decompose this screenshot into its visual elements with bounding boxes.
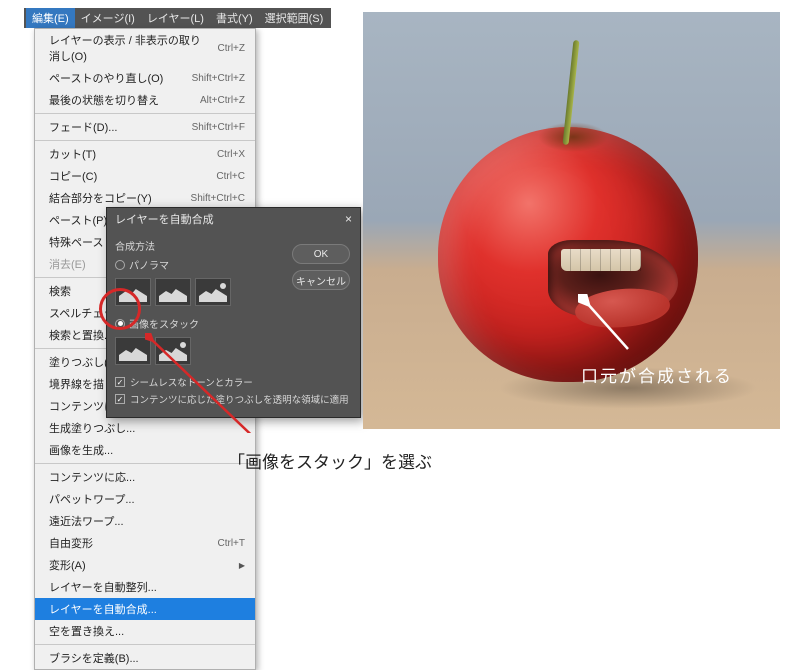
menu-item-label: 生成塗りつぶし... [49, 420, 135, 436]
ok-button[interactable]: OK [292, 244, 350, 264]
menu-item[interactable]: 画像を生成... [35, 439, 255, 461]
panorama-thumb-icon [115, 278, 151, 306]
menu-shortcut: Alt+Ctrl+Z [200, 95, 245, 106]
menu-separator [35, 140, 255, 141]
menu-item-label: 空を置き換え... [49, 623, 124, 639]
menu-item[interactable]: 生成塗りつぶし... [35, 417, 255, 439]
menu-shortcut: Ctrl+X [217, 149, 245, 160]
menubar-item[interactable]: 編集(E) [26, 8, 75, 28]
panorama-thumb-icon [195, 278, 231, 306]
menu-item[interactable]: 結合部分をコピー(Y) Shift+Ctrl+C [35, 187, 255, 209]
menu-item-label: 検索と置換... [49, 327, 113, 343]
checkbox-icon [115, 377, 125, 387]
menu-separator [35, 113, 255, 114]
menu-item-label: ブラシを定義(B)... [49, 650, 139, 666]
menu-item[interactable]: レイヤーの表示 / 非表示の取り消し(O) Ctrl+Z [35, 29, 255, 67]
stack-thumb-icon [155, 337, 191, 365]
menu-item[interactable]: コンテンツに応... [35, 466, 255, 488]
checkbox-icon [115, 394, 125, 404]
menu-item-label: コピー(C) [49, 168, 97, 184]
menu-shortcut: Ctrl+Z [218, 43, 246, 54]
menu-item-label: フェード(D)... [49, 119, 117, 135]
annotation-text-2: 口元が合成される [581, 362, 733, 387]
menu-item[interactable]: コピー(C) Ctrl+C [35, 165, 255, 187]
menu-item[interactable]: ブラシを定義(B)... [35, 647, 255, 669]
menu-item-label: 画像を生成... [49, 442, 113, 458]
menu-shortcut: Ctrl+T [218, 538, 246, 549]
cancel-button[interactable]: キャンセル [292, 270, 350, 290]
menu-shortcut: Ctrl+C [216, 171, 245, 182]
menu-item[interactable]: フェード(D)... Shift+Ctrl+F [35, 116, 255, 138]
menu-item-label: コンテンツに応... [49, 469, 135, 485]
menu-item-label: 遠近法ワープ... [49, 513, 124, 529]
menu-shortcut: Shift+Ctrl+C [191, 193, 245, 204]
menubar-item[interactable]: 選択範囲(S) [259, 8, 330, 28]
menu-item-label: 消去(E) [49, 256, 86, 272]
auto-blend-dialog: レイヤーを自動合成 × 合成方法 パノラマ 画像をスタック シームレスなトーンと… [106, 207, 361, 418]
menu-item-label: ペースト(P) [49, 212, 107, 228]
menu-item[interactable]: レイヤーを自動整列... [35, 576, 255, 598]
menu-item[interactable]: 遠近法ワープ... [35, 510, 255, 532]
menu-item-label: 最後の状態を切り替え [49, 92, 159, 108]
menu-item-label: レイヤーを自動合成... [49, 601, 157, 617]
dialog-title-text: レイヤーを自動合成 [115, 211, 214, 227]
menu-item-label: レイヤーを自動整列... [49, 579, 157, 595]
menu-item-label: 特殊ペースト [49, 234, 114, 250]
menu-item[interactable]: 空を置き換え... [35, 620, 255, 642]
menu-item[interactable]: 自由変形 Ctrl+T [35, 532, 255, 554]
menu-item[interactable]: パペットワープ... [35, 488, 255, 510]
annotation-text-1: 「画像をスタック」を選ぶ [228, 448, 432, 473]
menu-shortcut: Shift+Ctrl+Z [192, 73, 245, 84]
menu-separator [35, 463, 255, 464]
menu-item-label: 検索 [49, 283, 71, 299]
menubar: 編集(E)イメージ(I)レイヤー(L)書式(Y)選択範囲(S) [24, 8, 331, 28]
menu-item-label: 結合部分をコピー(Y) [49, 190, 152, 206]
menu-item[interactable]: 最後の状態を切り替え Alt+Ctrl+Z [35, 89, 255, 111]
panorama-thumb-icon [155, 278, 191, 306]
menubar-item[interactable]: レイヤー(L) [141, 8, 210, 28]
menubar-item[interactable]: 書式(Y) [210, 8, 259, 28]
menu-item-label: カット(T) [49, 146, 96, 162]
menu-item[interactable]: ペーストのやり直し(O) Shift+Ctrl+Z [35, 67, 255, 89]
stack-thumb-icon [115, 337, 151, 365]
menu-item-label: ペーストのやり直し(O) [49, 70, 163, 86]
menu-item-label: レイヤーの表示 / 非表示の取り消し(O) [49, 32, 202, 64]
radio-icon [115, 260, 125, 270]
menu-item[interactable]: レイヤーを自動合成... [35, 598, 255, 620]
menu-item[interactable]: 変形(A) [35, 554, 255, 576]
menu-shortcut: Shift+Ctrl+F [192, 122, 245, 133]
radio-stack[interactable]: 画像をスタック [115, 316, 352, 331]
result-photo: 口元が合成される [363, 12, 780, 429]
dialog-titlebar: レイヤーを自動合成 × [107, 208, 360, 230]
checkbox-content-fill[interactable]: コンテンツに応じた塗りつぶしを透明な領域に適用 [115, 392, 352, 406]
menu-item-label: 変形(A) [49, 557, 86, 573]
radio-icon [115, 319, 125, 329]
checkbox-tone[interactable]: シームレスなトーンとカラー [115, 375, 352, 389]
menu-item-label: パペットワープ... [49, 491, 135, 507]
menu-item-label: 自由変形 [49, 535, 93, 551]
menu-item[interactable]: カット(T) Ctrl+X [35, 143, 255, 165]
menu-separator [35, 644, 255, 645]
menubar-item[interactable]: イメージ(I) [75, 8, 141, 28]
close-icon[interactable]: × [345, 212, 352, 226]
